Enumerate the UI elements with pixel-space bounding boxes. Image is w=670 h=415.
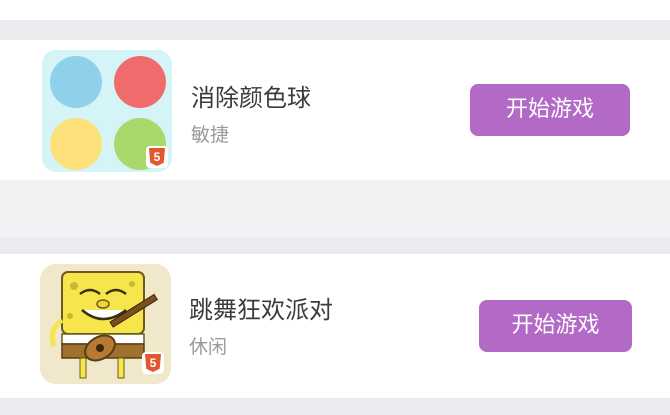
html5-badge-icon: 5 [146,146,168,168]
html5-badge-label: 5 [145,354,161,372]
red-ball-icon [114,56,166,108]
blue-ball-icon [50,56,102,108]
section-divider [0,20,670,40]
sponge-character-icon[interactable]: 5 [40,264,171,384]
color-balls-icon[interactable]: 5 [42,50,172,172]
game-card-dance-party[interactable]: 5 跳舞狂欢派对 休闲 开始游戏 [0,238,670,398]
game-title[interactable]: 跳舞狂欢派对 [189,290,333,325]
game-title[interactable]: 消除颜色球 [191,78,311,113]
start-game-button[interactable]: 开始游戏 [470,84,630,136]
section-divider [0,398,670,415]
yellow-ball-icon [50,118,102,170]
section-spacer [0,180,670,238]
game-card-color-balls[interactable]: 5 消除颜色球 敏捷 开始游戏 [0,40,670,180]
top-strip [0,0,670,20]
start-game-button[interactable]: 开始游戏 [479,300,632,352]
html5-badge-icon: 5 [142,352,164,374]
html5-badge-label: 5 [149,148,165,166]
game-category: 敏捷 [191,124,230,146]
game-category: 休闲 [189,336,228,358]
